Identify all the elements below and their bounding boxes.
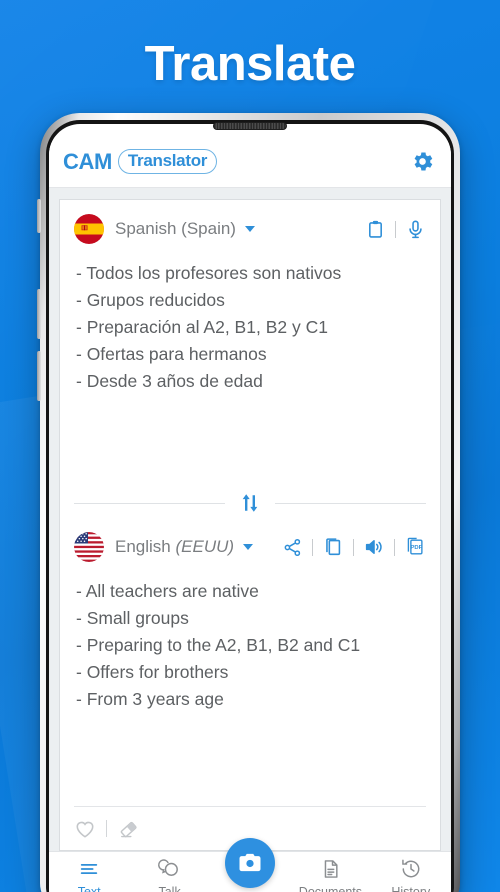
paste-clipboard-icon[interactable] xyxy=(365,219,386,240)
nav-item-talk[interactable]: Talk xyxy=(129,858,209,892)
flag-spain-icon xyxy=(74,214,104,244)
nav-label-text: Text xyxy=(77,885,101,892)
phone-side-button-volume-up xyxy=(37,289,41,339)
action-separator xyxy=(395,220,396,238)
app-bar: CAM Translator xyxy=(49,136,451,188)
svg-text:PDF: PDF xyxy=(411,545,423,551)
source-language-label: Spanish (Spain) xyxy=(115,219,236,238)
action-separator xyxy=(394,538,395,556)
source-text[interactable]: - Todos los profesores son nativos - Gru… xyxy=(60,252,440,401)
camera-translate-button[interactable] xyxy=(225,838,275,888)
share-icon[interactable] xyxy=(282,537,303,558)
divider-line-left xyxy=(74,502,225,504)
chevron-down-icon[interactable] xyxy=(243,544,254,550)
app-logo-translator-pill: Translator xyxy=(117,149,218,174)
pdf-icon[interactable]: PDF xyxy=(404,536,426,558)
microphone-icon[interactable] xyxy=(405,219,426,240)
text-lines-icon xyxy=(80,864,98,874)
gear-icon xyxy=(414,152,433,171)
phone-mockup: CAM Translator Spanish (Spain) - Todos l… xyxy=(37,113,460,892)
hero-title: Translate xyxy=(144,37,356,91)
phone-screen: CAM Translator Spanish (Spain) - Todos l… xyxy=(49,124,451,892)
target-text: - All teachers are native - Small groups… xyxy=(76,581,361,709)
nav-item-documents[interactable]: Documents xyxy=(290,858,370,892)
nav-label-talk: Talk xyxy=(158,885,181,892)
bottom-navigation: Text Talk Documents History xyxy=(49,838,451,892)
chevron-down-icon[interactable] xyxy=(244,226,255,232)
target-language-region: (EEUU) xyxy=(175,537,235,556)
nav-label-documents: Documents xyxy=(298,885,363,892)
swap-vertical-icon xyxy=(242,494,258,512)
app-body: Spanish (Spain) - Todos los profesores s… xyxy=(49,188,451,851)
translation-card: Spanish (Spain) - Todos los profesores s… xyxy=(59,199,441,851)
target-pane: English (EEUU) PDF - All teachers are na… xyxy=(60,518,440,806)
speech-bubbles-icon xyxy=(158,859,179,876)
nav-label-history: History xyxy=(391,885,431,892)
flag-usa-icon xyxy=(74,532,104,562)
app-logo-cam: CAM xyxy=(63,148,112,174)
history-clock-icon xyxy=(402,859,420,878)
action-separator xyxy=(106,820,107,837)
app-logo: CAM Translator xyxy=(63,148,218,175)
nav-item-text[interactable]: Text xyxy=(49,858,129,892)
phone-side-button-power xyxy=(37,199,41,233)
camera-icon xyxy=(239,853,261,872)
eraser-icon[interactable] xyxy=(117,817,140,840)
nav-item-history[interactable]: History xyxy=(371,858,451,892)
speaker-icon[interactable] xyxy=(363,536,385,558)
phone-bezel: CAM Translator Spanish (Spain) - Todos l… xyxy=(46,120,454,892)
target-language-label: English (EEUU) xyxy=(115,537,234,557)
copy-icon[interactable] xyxy=(322,536,344,558)
target-language-main: English xyxy=(115,537,176,556)
source-language-row: Spanish (Spain) xyxy=(60,200,440,252)
action-separator xyxy=(353,538,354,556)
settings-button[interactable] xyxy=(410,149,435,174)
source-actions xyxy=(365,219,426,240)
action-separator xyxy=(312,538,313,556)
target-language-row: English (EEUU) PDF xyxy=(60,518,440,570)
swap-languages-button[interactable] xyxy=(225,492,275,514)
phone-earpiece-speaker xyxy=(213,122,287,130)
divider-line-right xyxy=(275,502,426,504)
swap-divider xyxy=(60,488,440,518)
target-actions: PDF xyxy=(282,536,426,558)
source-pane: Spanish (Spain) - Todos los profesores s… xyxy=(60,200,440,488)
phone-side-button-volume-down xyxy=(37,351,41,401)
favorite-heart-icon[interactable] xyxy=(74,818,96,840)
document-icon xyxy=(324,860,338,878)
